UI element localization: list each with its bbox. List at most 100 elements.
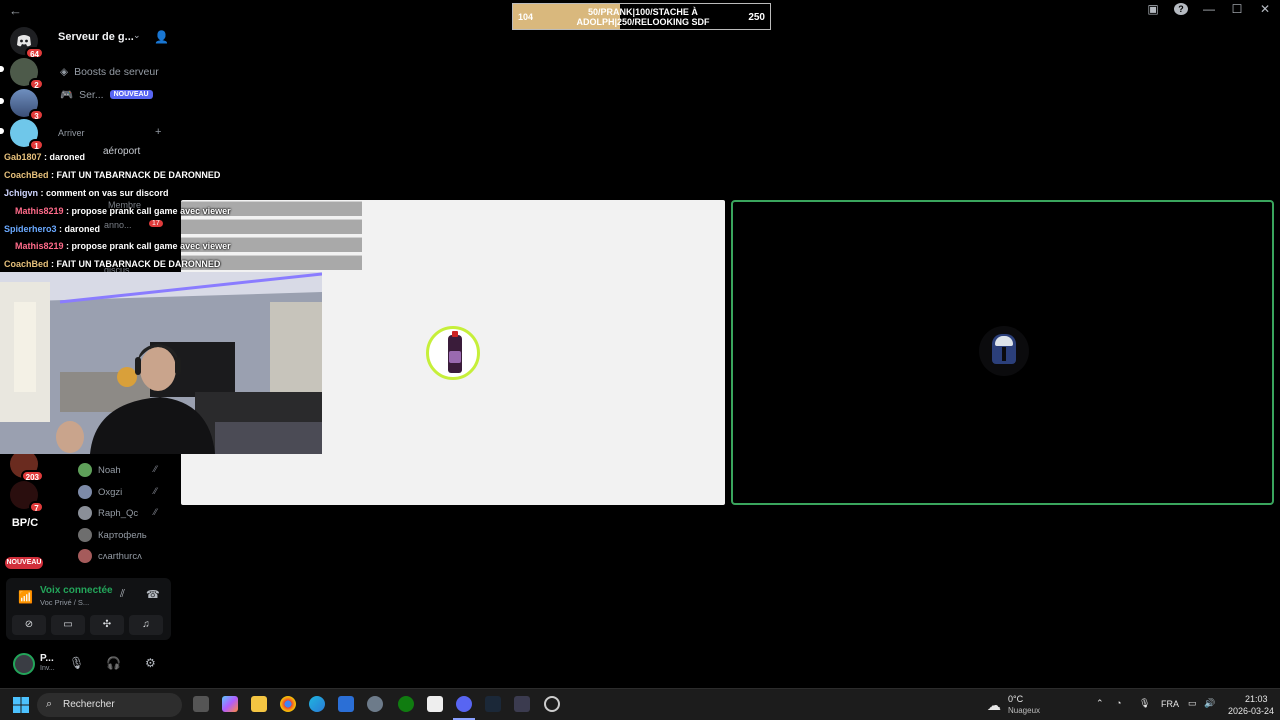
obs-icon[interactable]	[544, 696, 560, 712]
task-view-icon[interactable]	[193, 696, 209, 712]
volume-icon[interactable]: 🔊	[1204, 698, 1215, 709]
clock-time[interactable]: 21:03	[1245, 694, 1268, 704]
unread-indicator	[0, 128, 4, 134]
noise-suppression-icon[interactable]: ⫽	[120, 588, 125, 601]
participant-tile-speaking[interactable]	[731, 200, 1274, 505]
chevron-down-icon[interactable]: ⌄	[133, 30, 141, 41]
voice-user-name: Картофель	[98, 529, 147, 541]
chat-user: Gab1807	[4, 152, 42, 162]
search-placeholder: Rechercher	[63, 699, 115, 710]
weather-temp[interactable]: 0°C	[1008, 694, 1023, 704]
chat-text: : comment on vas sur discord	[38, 188, 169, 198]
server-icon[interactable]: 3	[10, 89, 44, 121]
screen-share-icon[interactable]: ▭	[51, 615, 85, 635]
channel-announce[interactable]: anno...	[104, 220, 132, 230]
cast-icon[interactable]: ▣	[1146, 2, 1160, 16]
chat-overlay-bar	[181, 219, 362, 234]
chevron-up-icon[interactable]: ⌃	[1096, 698, 1104, 709]
server-icon[interactable]: 203	[10, 450, 44, 482]
avatar[interactable]	[13, 653, 35, 675]
mic-icon[interactable]: 🎙	[69, 656, 84, 670]
tray-app-icon[interactable]: ◔	[1116, 698, 1121, 708]
boost-icon: ◈	[60, 66, 69, 78]
chat-message: Mathis8219 : propose prank call game ave…	[15, 241, 231, 251]
voice-user[interactable]: Картофель	[78, 528, 168, 542]
mail-icon[interactable]	[338, 696, 354, 712]
wifi-icon[interactable]: ▭	[1188, 698, 1197, 709]
voice-user[interactable]: ᴄᴧarthurᴄᴧ	[78, 549, 168, 563]
goal-target-value: 250	[748, 12, 765, 23]
mute-icon: ⁄⁄	[154, 464, 158, 474]
unread-indicator	[0, 66, 4, 72]
search-icon: ⌕	[46, 698, 53, 710]
chat-user: Jchigvn	[4, 188, 39, 198]
channel-airport[interactable]: aéroport	[103, 146, 140, 157]
copilot-icon[interactable]	[222, 696, 238, 712]
controller-icon: 🎮	[60, 89, 74, 101]
voice-user-name: Oxgzi	[98, 486, 123, 498]
chat-user: Mathis8219	[15, 206, 64, 216]
store-icon[interactable]	[427, 696, 443, 712]
server-icon[interactable]: 7	[10, 481, 44, 513]
channel-label: Ser...	[79, 88, 104, 101]
voice-status[interactable]: Voix connectée	[40, 585, 113, 596]
server-new-badge[interactable]: NOUVEAU	[5, 557, 43, 569]
help-icon[interactable]: ?	[1174, 3, 1188, 15]
signal-icon[interactable]: 📶	[18, 590, 33, 604]
settings-icon[interactable]: ⚙	[145, 656, 156, 670]
camera-off-icon[interactable]: ⊘	[12, 615, 46, 635]
minimize-icon[interactable]: —	[1202, 2, 1216, 16]
windows-start-icon[interactable]	[13, 697, 29, 713]
server-icon[interactable]: 1	[10, 119, 44, 151]
mute-icon: ⁄⁄	[154, 507, 158, 517]
weather-desc[interactable]: Nuageux	[1008, 706, 1040, 715]
webcam-scene	[0, 272, 322, 454]
unread-badge: 3	[29, 109, 44, 121]
user-name[interactable]: P...	[40, 653, 54, 664]
xbox-icon[interactable]	[398, 696, 414, 712]
server-name[interactable]: Serveur de g...	[58, 31, 134, 43]
helmet-visor	[1002, 347, 1006, 361]
activities-icon[interactable]: ✣	[90, 615, 124, 635]
headset-icon[interactable]: 🎧	[106, 656, 121, 670]
app-icon[interactable]	[514, 696, 530, 712]
maximize-icon[interactable]: ☐	[1230, 2, 1244, 16]
voice-connection-panel: 📶 Voix connectée Voc Privé / S... ⫽ ☎ ⊘ …	[6, 578, 171, 640]
taskbar-search[interactable]: ⌕ Rechercher	[37, 693, 182, 717]
category-label[interactable]: Arriver	[58, 128, 85, 138]
soundboard-icon[interactable]: ♫	[129, 615, 163, 635]
mic-tray-icon[interactable]: 🎙	[1139, 698, 1150, 709]
chat-text: : FAIT UN TABARNACK DE DARONNED	[48, 170, 221, 180]
bottle-image	[448, 331, 462, 373]
avatar	[78, 463, 92, 477]
mention-badge: 17	[149, 220, 163, 227]
discord-home-icon[interactable]: 64	[10, 27, 44, 59]
settings-app-icon[interactable]	[367, 696, 383, 712]
channel-label: Boosts de serveur	[74, 66, 159, 78]
chat-message: CoachBed : FAIT UN TABARNACK DE DARONNED	[4, 259, 220, 269]
discord-taskbar-icon[interactable]	[456, 696, 472, 712]
channel-server-guide[interactable]: 🎮 Ser... NOUVEAU	[60, 88, 153, 101]
server-icon[interactable]: 2	[10, 58, 44, 90]
server-bpc[interactable]: BP/C	[6, 517, 44, 529]
voice-user-name: ᴄᴧarthurᴄᴧ	[98, 550, 142, 562]
back-arrow-icon[interactable]: ←	[9, 3, 22, 18]
unread-badge: 64	[25, 47, 44, 59]
avatar	[78, 549, 92, 563]
invite-icon[interactable]: 👤	[154, 30, 169, 44]
cloud-icon[interactable]: ☁	[987, 697, 1001, 714]
voice-channel-name[interactable]: Voc Privé / S...	[40, 598, 89, 607]
file-explorer-icon[interactable]	[251, 696, 267, 712]
plus-icon[interactable]: +	[155, 126, 161, 138]
edge-icon[interactable]	[309, 696, 325, 712]
participant-avatar	[979, 326, 1029, 376]
hangup-icon[interactable]: ☎	[146, 588, 160, 601]
chrome-icon[interactable]	[280, 696, 296, 712]
close-icon[interactable]: ✕	[1258, 2, 1272, 16]
steam-icon[interactable]	[485, 696, 501, 712]
channel-boosts[interactable]: ◈ Boosts de serveur	[60, 66, 159, 78]
clock-date[interactable]: 2026-03-24	[1228, 706, 1274, 716]
language-indicator[interactable]: FRA	[1161, 699, 1179, 709]
helmet-image	[992, 334, 1016, 364]
chat-message: Gab1807 : daroned	[4, 152, 85, 162]
